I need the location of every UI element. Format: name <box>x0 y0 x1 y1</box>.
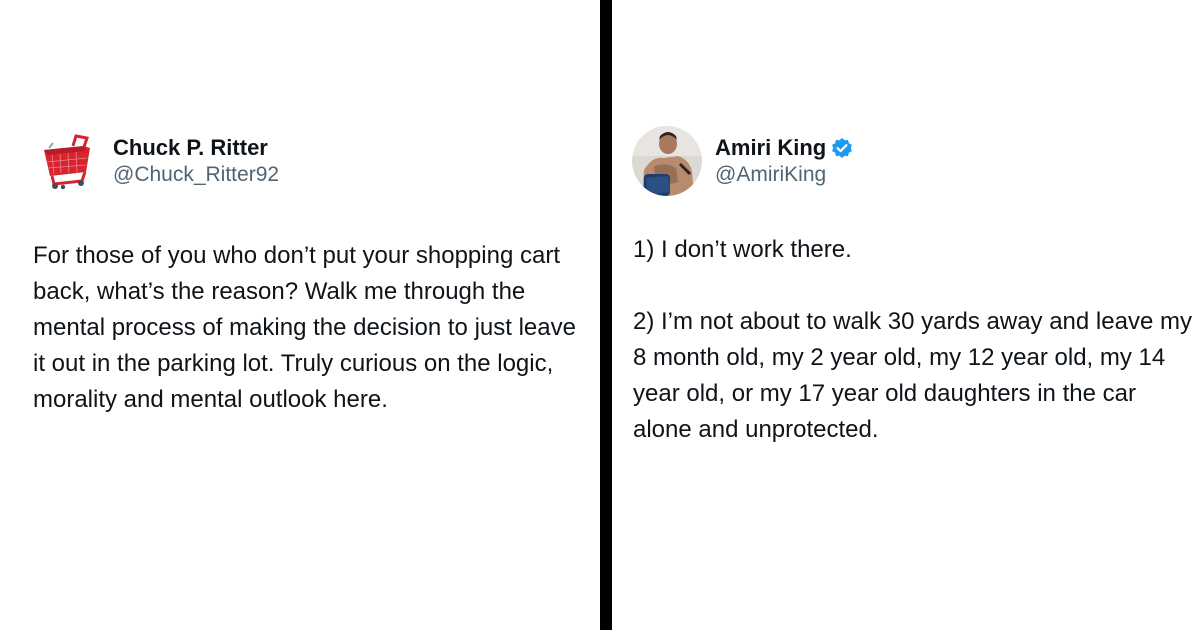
tweet-body: 1) I don’t work there. 2) I’m not about … <box>633 232 1197 448</box>
tweet-paragraph: 2) I’m not about to walk 30 yards away a… <box>633 308 1192 443</box>
avatar[interactable] <box>632 126 702 196</box>
tweet-paragraph: For those of you who don’t put your shop… <box>33 242 576 413</box>
author-names: Chuck P. Ritter @Chuck_Ritter92 <box>113 135 279 188</box>
shopping-cart-icon <box>30 126 100 196</box>
tweet-header: Chuck P. Ritter @Chuck_Ritter92 <box>30 126 279 196</box>
profile-photo-icon <box>632 126 702 196</box>
author-names: Amiri King @AmiriKing <box>715 135 853 188</box>
tweet-paragraph: 1) I don’t work there. <box>633 236 852 263</box>
display-name-row: Chuck P. Ritter <box>113 135 279 161</box>
author-handle[interactable]: @Chuck_Ritter92 <box>113 162 279 188</box>
author-handle[interactable]: @AmiriKing <box>715 162 853 188</box>
verified-badge-icon <box>831 137 853 159</box>
author-name[interactable]: Chuck P. Ritter <box>113 135 268 161</box>
author-name[interactable]: Amiri King <box>715 135 826 161</box>
tweet-card-left: Chuck P. Ritter @Chuck_Ritter92 For thos… <box>0 0 600 630</box>
avatar[interactable] <box>30 126 100 196</box>
tweet-card-right: Amiri King @AmiriKing 1) I don’t work th… <box>612 0 1200 630</box>
display-name-row: Amiri King <box>715 135 853 161</box>
panel-divider <box>600 0 612 630</box>
tweet-body: For those of you who don’t put your shop… <box>33 238 593 418</box>
tweet-header: Amiri King @AmiriKing <box>632 126 853 196</box>
